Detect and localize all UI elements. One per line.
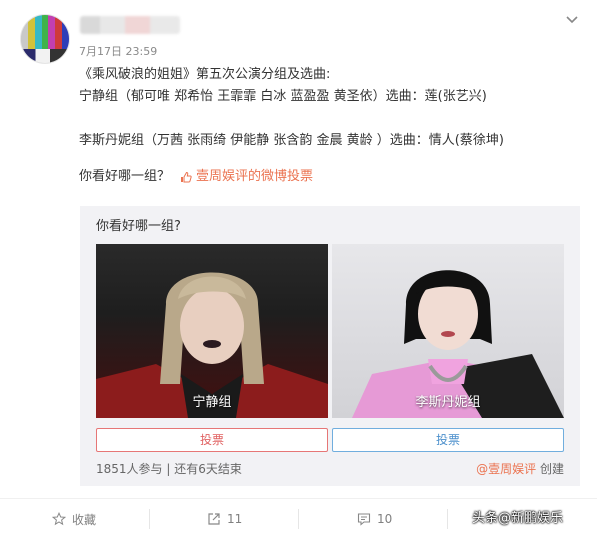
vote-link[interactable]: 壹周娱评的微博投票 [180, 166, 313, 188]
vote-icon [181, 171, 192, 183]
post-body: 《乘风破浪的姐姐》第五次公演分组及选曲: 宁静组（郁可唯 郑希怡 王霏霏 白冰 … [79, 64, 579, 188]
chevron-down-icon[interactable] [565, 12, 579, 26]
vote-creator-suffix: 创建 [536, 462, 564, 476]
post-line-title: 《乘风破浪的姐姐》第五次公演分组及选曲: [79, 67, 331, 82]
vote-creator-link[interactable]: @壹周娱评 [476, 462, 536, 476]
favorite-button[interactable]: 收藏 [52, 499, 96, 538]
repost-icon [208, 513, 220, 525]
post-question: 你看好哪一组？ [79, 169, 171, 184]
comment-button[interactable]: 10 [357, 499, 392, 538]
vote-option-label-right: 李斯丹妮组 [415, 395, 481, 410]
vote-card-question: 你看好哪一组? [96, 219, 181, 234]
vote-button-left[interactable]: 投票 [96, 428, 328, 452]
repost-count: 11 [227, 512, 243, 526]
comment-count: 10 [377, 512, 393, 526]
vote-stats: 1851人参与 | 还有6天结束 [96, 462, 242, 476]
username-blurred[interactable] [80, 16, 180, 34]
vote-card: 你看好哪一组? 宁静组 李斯丹妮组 投票 投票 1851人参与 | 还有6天结束… [80, 206, 580, 486]
vote-button-right[interactable]: 投票 [332, 428, 564, 452]
post-line-group-2: 李斯丹妮组（万茜 张雨绮 伊能静 张含韵 金晨 黄龄 ）选曲：情人(蔡徐坤) [79, 133, 504, 148]
vote-option-image-left[interactable]: 宁静组 [96, 244, 328, 418]
repost-button[interactable]: 11 [207, 499, 242, 538]
post-timestamp[interactable]: 7月17日 23:59 [79, 43, 157, 59]
post-question-line: 你看好哪一组？ 壹周娱评的微博投票 [79, 166, 579, 188]
vote-link-label: 壹周娱评的微博投票 [196, 169, 314, 184]
avatar[interactable] [20, 14, 70, 64]
vote-option-label-left: 宁静组 [192, 395, 232, 410]
star-icon [52, 512, 66, 526]
watermark: 头条@新鹏娱乐 [472, 511, 564, 526]
vote-creator: @壹周娱评 创建 [476, 460, 564, 477]
favorite-label: 收藏 [72, 512, 97, 527]
vote-option-image-right[interactable]: 李斯丹妮组 [332, 244, 564, 418]
comment-icon [357, 513, 371, 526]
post-line-group-1: 宁静组（郁可唯 郑希怡 王霏霏 白冰 蓝盈盈 黄圣依）选曲：莲(张艺兴) [79, 89, 487, 104]
